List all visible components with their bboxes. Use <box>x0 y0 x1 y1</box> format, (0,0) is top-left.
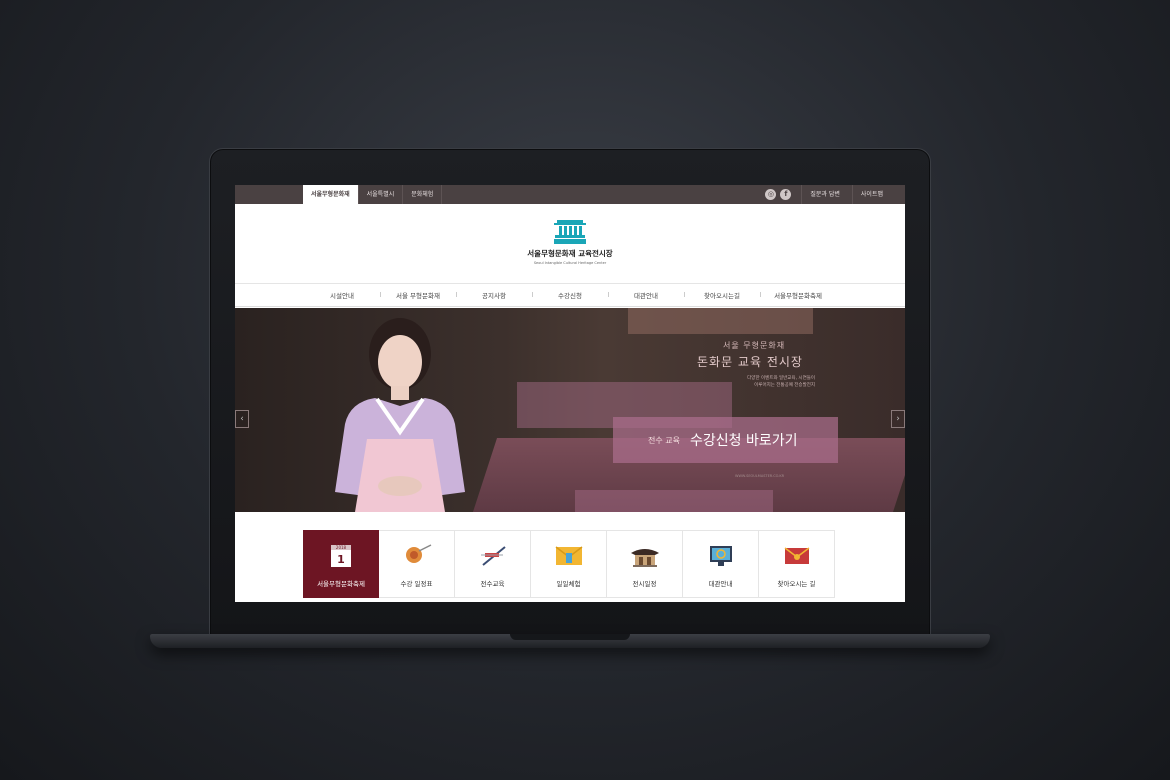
quick-daily-experience-label: 일일체험 <box>556 580 581 588</box>
quick-course-schedule[interactable]: 수강 일정표 <box>379 530 455 598</box>
hero-url: WWW.SEOULMASTER.CO.KR <box>735 474 785 478</box>
monitor-icon <box>705 543 737 569</box>
nav-notice[interactable]: 공지사항 <box>456 290 532 300</box>
facebook-icon[interactable]: f <box>780 189 792 200</box>
quick-exhibition-schedule-label: 전시일정 <box>632 580 657 588</box>
quick-directions-label: 찾아오시는 길 <box>777 580 816 588</box>
hero-description: 다양한 이벤트와 일반교육, 시연들이 이루어지는 전통공예 전승발전지 <box>725 376 815 390</box>
tools-icon <box>477 543 509 569</box>
website-screen: 서울무형문화재 서울특별시 문화체험 ◎ f 질문과 답변 사이트맵 서울무형문… <box>235 185 905 602</box>
tab-culture-experience[interactable]: 문화체험 <box>403 185 443 204</box>
hero-slogan-large: 돈화문 교육 전시장 <box>697 355 803 369</box>
header: 서울무형문화재 교육전시장 Seoul Intangible Cultural … <box>235 204 905 284</box>
nav-course-registration[interactable]: 수강신청 <box>532 290 608 300</box>
quick-exhibition-schedule[interactable]: 전시일정 <box>607 530 683 598</box>
quick-transmission-education[interactable]: 전수교육 <box>455 530 531 598</box>
top-tabs: 서울무형문화재 서울특별시 문화체험 <box>303 185 443 204</box>
qna-link[interactable]: 질문과 답변 <box>801 185 848 204</box>
calendar-year: 2018 <box>336 545 347 550</box>
calendar-day: 1 <box>337 553 345 566</box>
logo-name: 서울무형문화재 교육전시장 <box>527 249 613 258</box>
hanok-icon <box>629 543 661 569</box>
quick-daily-experience[interactable]: 일일체험 <box>531 530 607 598</box>
prev-slide-arrow-icon[interactable]: ‹ <box>235 410 249 428</box>
site-logo[interactable]: 서울무형문화재 교육전시장 Seoul Intangible Cultural … <box>525 220 615 265</box>
quick-transmission-education-label: 전수교육 <box>480 580 505 588</box>
calendar-icon: 2018 1 <box>325 543 357 569</box>
hero-deco-box-1 <box>628 308 813 334</box>
tab-seoul-city[interactable]: 서울특별시 <box>359 185 404 204</box>
quick-links: 2018 1 서울무형문화축제 수강 일정표 전수교육 일일체험 전시일정 대관… <box>303 530 835 598</box>
quick-rental-info[interactable]: 대관안내 <box>683 530 759 598</box>
tab-seoul-intangible[interactable]: 서울무형문화재 <box>303 185 359 204</box>
hero-description-line-2: 이루어지는 전통공예 전승발전지 <box>754 382 815 388</box>
nav-rental[interactable]: 대관안내 <box>608 290 684 300</box>
top-right-links: ◎ f 질문과 답변 사이트맵 <box>765 185 891 204</box>
quick-course-schedule-label: 수강 일정표 <box>400 580 433 588</box>
nav-festival[interactable]: 서울무형문화축제 <box>760 290 836 300</box>
hanok-logo-icon <box>554 220 586 244</box>
quick-festival[interactable]: 2018 1 서울무형문화축제 <box>303 530 379 598</box>
nav-intangible-heritage[interactable]: 서울 무형문화재 <box>380 290 456 300</box>
cta-subtitle: 전수 교육 <box>648 435 680 445</box>
cta-title: 수강신청 바로가기 <box>689 433 798 449</box>
course-registration-cta[interactable]: 전수 교육 수강신청 바로가기 <box>613 417 838 463</box>
quick-directions[interactable]: 찾아오시는 길 <box>759 530 835 598</box>
craft-icon <box>401 543 433 569</box>
hero-deco-box-3 <box>575 490 773 512</box>
sitemap-link[interactable]: 사이트맵 <box>851 185 891 204</box>
quick-rental-info-label: 대관안내 <box>708 580 733 588</box>
hero-description-line-1: 다양한 이벤트와 일반교육, 시연들이 <box>747 376 815 381</box>
logo-subtitle: Seoul Intangible Cultural Heritage Cente… <box>533 261 607 265</box>
envelope-icon <box>553 543 585 569</box>
next-slide-arrow-icon[interactable]: › <box>891 410 905 428</box>
top-bar: 서울무형문화재 서울특별시 문화체험 ◎ f 질문과 답변 사이트맵 <box>235 185 905 204</box>
quick-festival-label: 서울무형문화축제 <box>317 580 365 588</box>
map-icon <box>781 543 813 569</box>
laptop-notch <box>510 634 630 640</box>
nav-facility[interactable]: 시설안내 <box>304 290 380 300</box>
hero-banner: 서울 무형문화재 돈화문 교육 전시장 다양한 이벤트와 일반교육, 시연들이 … <box>235 308 905 512</box>
instagram-icon[interactable]: ◎ <box>765 189 777 200</box>
main-nav: 시설안내 서울 무형문화재 공지사항 수강신청 대관안내 찾아오시는길 서울무형… <box>235 284 905 307</box>
nav-directions[interactable]: 찾아오시는길 <box>684 290 760 300</box>
hero-slogan-small: 서울 무형문화재 <box>723 341 786 350</box>
hanbok-woman-image <box>305 314 495 512</box>
